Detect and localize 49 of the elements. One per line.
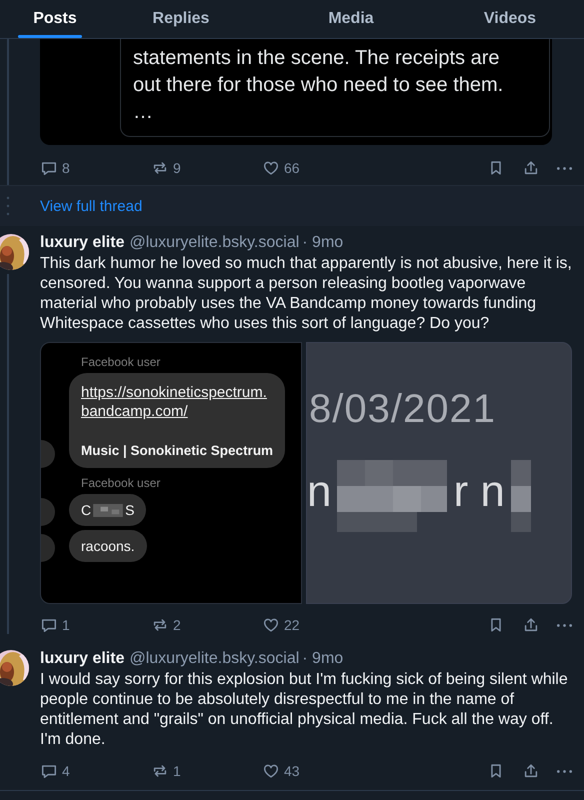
more-icon (557, 624, 572, 626)
quote-ellipsis: … (133, 100, 154, 125)
quote-text: statements in the scene. The receipts are out there for those who need to see them. (133, 46, 504, 98)
author-name[interactable]: luxury elite (40, 234, 124, 252)
author-handle[interactable]: @luxuryelite.bsky.social (129, 650, 300, 668)
profile-tab[interactable]: Posts (14, 0, 96, 38)
url-link[interactable]: https://sonokineticspectrum.bandcamp.com/ (81, 383, 273, 421)
censor-blocks (93, 504, 124, 516)
sender-name: Facebook user (81, 476, 160, 490)
post-time[interactable]: · 9mo (302, 650, 344, 668)
share-button[interactable] (522, 616, 540, 634)
quote-card[interactable]: statements in the scene. The receipts are out there for those who need to see them. … (40, 39, 552, 145)
reply-button[interactable]: 1 (40, 616, 151, 634)
more-icon (557, 770, 572, 772)
word-fragment: n (307, 466, 332, 518)
repost-button[interactable]: 2 (151, 616, 262, 634)
message-bubble: racoons. (69, 530, 147, 562)
view-full-thread-link[interactable]: View full thread (40, 198, 142, 214)
profile-tab[interactable]: Media (266, 0, 436, 38)
like-button[interactable]: 43 (262, 762, 373, 780)
author-name[interactable]: luxury elite (40, 650, 124, 668)
more-icon (557, 166, 572, 170)
post-text: This dark humor he loved so much that apparently is not abusive, here it is, censored. You wanna support a person releasing bootleg vaporwave material who probably uses the VA Bandcamp money towards funding Whitespace cassettes who uses this sort of language? Do you? (40, 254, 572, 334)
like-button[interactable]: 22 (262, 616, 373, 634)
heart-icon (262, 762, 280, 780)
heart-icon (262, 159, 280, 177)
blurred-screenshot[interactable]: 8/03/2021 n r n (306, 342, 572, 604)
chat-screenshot[interactable]: Facebook user https://sonokineticspectrum.bandcamp.com/ Music | Sonokinetic Spectrum Facebook user C S racoons. (40, 342, 302, 604)
link-title: Music | Sonokinetic Spectrum (81, 443, 274, 458)
repost-button[interactable]: 1 (151, 762, 262, 780)
share-button[interactable] (522, 762, 540, 780)
reply-button[interactable]: 8 (40, 159, 151, 177)
message-letter: C (81, 502, 92, 518)
post-text: I would say sorry for this explosion but I'm fucking sick of being silent while people continue to be absolutely disrespectful to me in the name of entitlement and "grails" on unofficial physical media. Fuck all the way off. I'm done. (40, 670, 569, 750)
post-time[interactable]: · 9mo (302, 234, 344, 252)
date-text: 8/03/2021 (309, 387, 497, 432)
message-letter: S (125, 502, 134, 518)
like-button[interactable]: 66 (262, 159, 373, 177)
author-handle[interactable]: @luxuryelite.bsky.social (129, 234, 300, 252)
profile-tab[interactable]: Videos (436, 0, 584, 38)
repost-button[interactable]: 9 (151, 159, 262, 177)
reply-button[interactable]: 4 (40, 762, 151, 780)
thread-dots-icon (6, 196, 10, 216)
sender-name: Facebook user (81, 355, 160, 369)
profile-tab[interactable]: Replies (96, 0, 266, 38)
word-fragment: r n (453, 466, 505, 518)
share-button[interactable] (522, 159, 540, 177)
heart-icon (262, 616, 280, 634)
censor-blocks (510, 460, 531, 532)
